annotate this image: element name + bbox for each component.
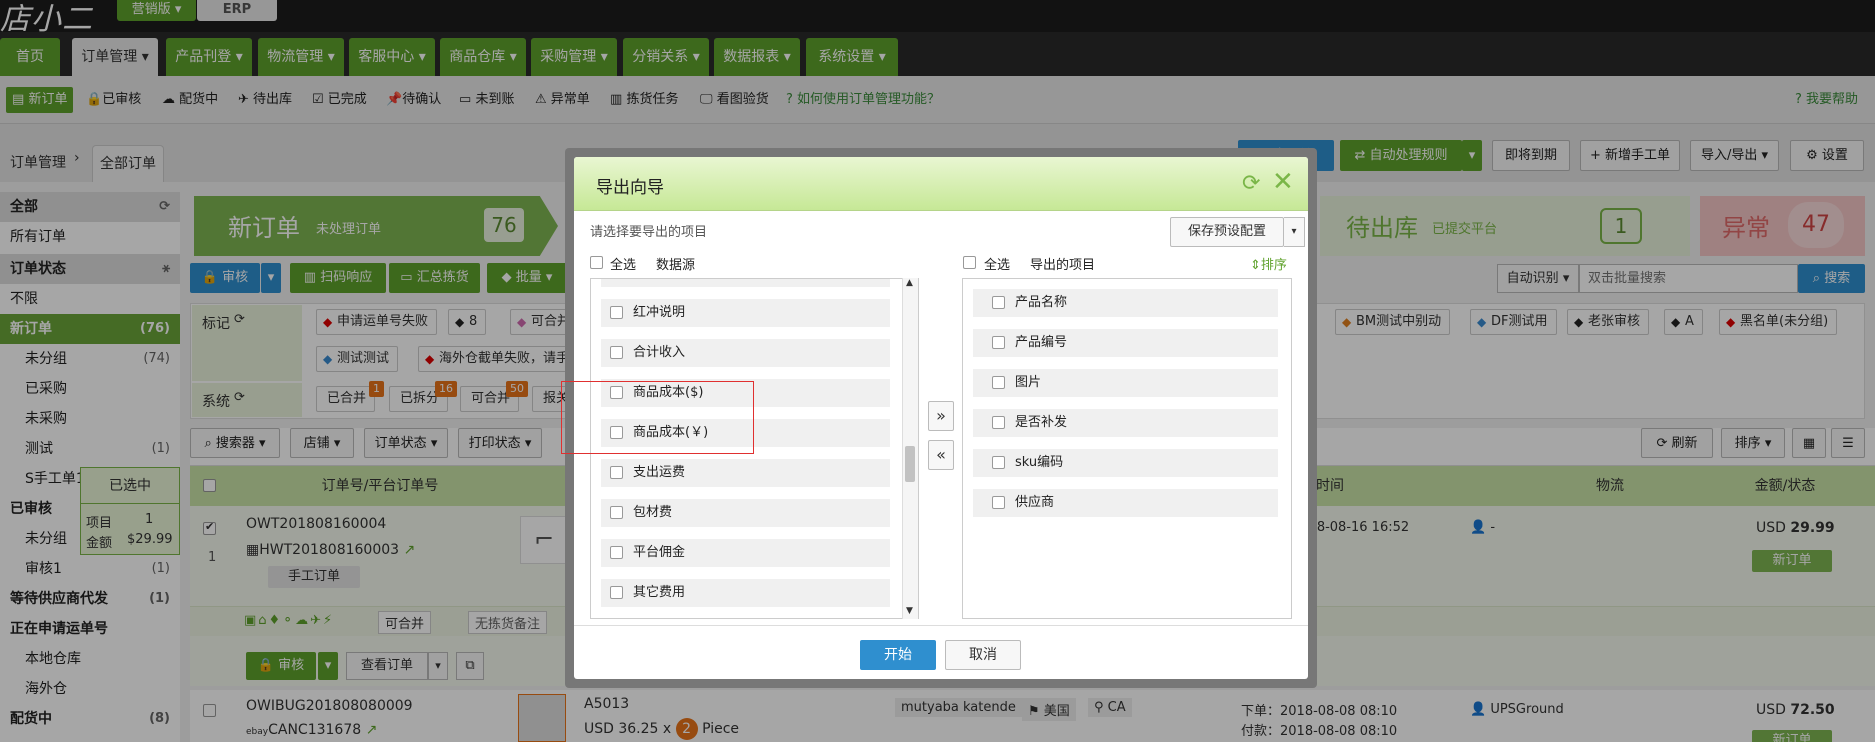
list-item[interactable]: 图片 <box>973 369 1278 397</box>
modal-hint: 请选择要导出的项目 <box>590 225 708 240</box>
close-icon[interactable]: ✕ <box>1272 167 1294 197</box>
list-item-checkbox[interactable] <box>610 506 623 519</box>
highlight-box <box>561 381 754 454</box>
modal-footer <box>574 625 1308 679</box>
list-item-checkbox[interactable] <box>610 546 623 559</box>
list-item-label: 合计收入 <box>633 345 686 360</box>
list-item[interactable]: sku编码 <box>973 449 1278 477</box>
list-item[interactable]: 平台佣金 <box>601 539 890 567</box>
list-item-label: 红冲说明 <box>633 305 686 320</box>
list-item-checkbox[interactable] <box>992 416 1005 429</box>
list-item-label: 产品编号 <box>1015 335 1068 350</box>
list-item[interactable]: 供应商 <box>973 489 1278 517</box>
list-item[interactable]: 红冲说明 <box>601 299 890 327</box>
start-button[interactable]: 开始 <box>860 640 936 670</box>
list-item-checkbox[interactable] <box>992 456 1005 469</box>
list-item-checkbox[interactable] <box>610 306 623 319</box>
list-item-partial <box>601 279 890 287</box>
list-item[interactable]: 合计收入 <box>601 339 890 367</box>
list-item-checkbox[interactable] <box>992 496 1005 509</box>
list-item-label: sku编码 <box>1015 455 1064 470</box>
list-item[interactable]: 包材费 <box>601 499 890 527</box>
list-item[interactable]: 支出运费 <box>601 459 890 487</box>
save-preset-button[interactable]: 保存预设配置 <box>1170 217 1284 247</box>
source-header: 数据源 <box>656 258 696 273</box>
source-select-all-label: 全选 <box>610 258 637 273</box>
scroll-down-icon[interactable]: ▼ <box>906 606 913 616</box>
list-item-checkbox[interactable] <box>992 376 1005 389</box>
list-item-label: 包材费 <box>633 505 673 520</box>
scroll-up-icon[interactable]: ▲ <box>906 278 913 288</box>
list-item-checkbox[interactable] <box>992 296 1005 309</box>
list-item-checkbox[interactable] <box>992 336 1005 349</box>
cancel-button[interactable]: 取消 <box>945 640 1021 670</box>
list-item-label: 其它费用 <box>633 585 686 600</box>
list-item-label: 供应商 <box>1015 495 1055 510</box>
list-item[interactable]: 其它费用 <box>601 579 890 607</box>
export-select-all-label: 全选 <box>984 258 1011 273</box>
list-item[interactable]: 产品编号 <box>973 329 1278 357</box>
move-right-button[interactable]: » <box>928 401 954 431</box>
list-item-label: 支出运费 <box>633 465 686 480</box>
export-list: 产品名称 产品编号 图片 是否补发 sku编码 供应商 <box>962 278 1292 619</box>
modal-header: 导出向导 ⟳ ✕ <box>574 157 1308 211</box>
caret-down-icon[interactable]: ▾ <box>1284 217 1305 247</box>
scrollbar-thumb[interactable] <box>905 446 915 482</box>
list-item-checkbox[interactable] <box>610 586 623 599</box>
list-item-label: 图片 <box>1015 375 1042 390</box>
source-select-all-checkbox[interactable] <box>590 256 603 269</box>
sort-link[interactable]: ⇕排序 <box>1250 254 1287 273</box>
modal-title: 导出向导 <box>596 178 664 198</box>
list-item[interactable]: 产品名称 <box>973 289 1278 317</box>
refresh-icon[interactable]: ⟳ <box>1242 171 1260 196</box>
sort-icon: ⇕ <box>1250 258 1261 273</box>
list-item-label: 产品名称 <box>1015 295 1068 310</box>
list-item[interactable]: 是否补发 <box>973 409 1278 437</box>
export-select-all-checkbox[interactable] <box>963 256 976 269</box>
list-item-label: 平台佣金 <box>633 545 686 560</box>
move-left-button[interactable]: « <box>928 440 954 470</box>
export-header: 导出的项目 <box>1030 258 1096 273</box>
list-item-checkbox[interactable] <box>610 346 623 359</box>
list-item-checkbox[interactable] <box>610 466 623 479</box>
sort-link-label: 排序 <box>1260 258 1287 273</box>
list-item-label: 是否补发 <box>1015 415 1068 430</box>
